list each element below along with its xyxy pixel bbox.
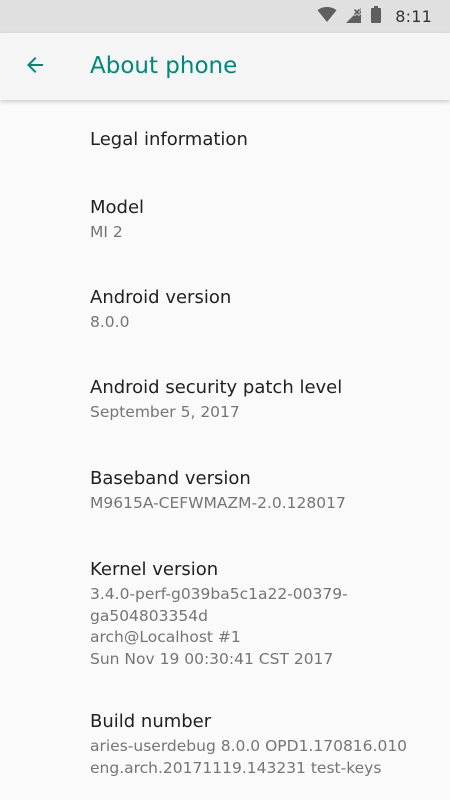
- wifi-icon: [317, 6, 337, 27]
- item-summary: 3.4.0-perf-g039ba5c1a22-00379- ga5048033…: [90, 585, 348, 668]
- app-bar: About phone: [0, 33, 450, 100]
- item-title: Android security patch level: [90, 377, 343, 398]
- list-item-android-version[interactable]: Android version 8.0.0: [90, 286, 440, 334]
- item-summary: MI 2: [90, 223, 123, 241]
- item-title: Model: [90, 197, 145, 218]
- list-item-kernel-version[interactable]: Kernel version 3.4.0-perf-g039ba5c1a22-0…: [90, 558, 440, 670]
- item-title: Build number: [90, 711, 212, 732]
- back-button[interactable]: [14, 46, 56, 88]
- item-summary: aries-userdebug 8.0.0 OPD1.170816.010 en…: [90, 737, 408, 777]
- list-item-baseband-version[interactable]: Baseband version M9615A-CEFWMAZM-2.0.128…: [90, 467, 440, 515]
- page-title: About phone: [90, 53, 238, 79]
- item-title: Kernel version: [90, 559, 219, 580]
- item-summary: September 5, 2017: [90, 403, 240, 421]
- status-bar: 8:11: [0, 0, 450, 33]
- list-item-build-number[interactable]: Build number aries-userdebug 8.0.0 OPD1.…: [90, 710, 440, 779]
- cellular-no-signal-icon: [345, 7, 363, 27]
- item-title: Baseband version: [90, 468, 251, 489]
- item-summary: M9615A-CEFWMAZM-2.0.128017: [90, 494, 346, 512]
- list-item-security-patch-level[interactable]: Android security patch level September 5…: [90, 376, 440, 424]
- list-item-model[interactable]: Model MI 2: [90, 196, 440, 244]
- item-title: Legal information: [90, 129, 248, 150]
- status-time: 8:11: [395, 7, 432, 26]
- arrow-left-icon: [23, 53, 47, 81]
- battery-icon: [371, 6, 382, 27]
- status-icons: 8:11: [317, 0, 432, 33]
- item-summary: 8.0.0: [90, 313, 130, 331]
- item-title: Android version: [90, 287, 232, 308]
- list-item-legal-information[interactable]: Legal information: [90, 128, 440, 152]
